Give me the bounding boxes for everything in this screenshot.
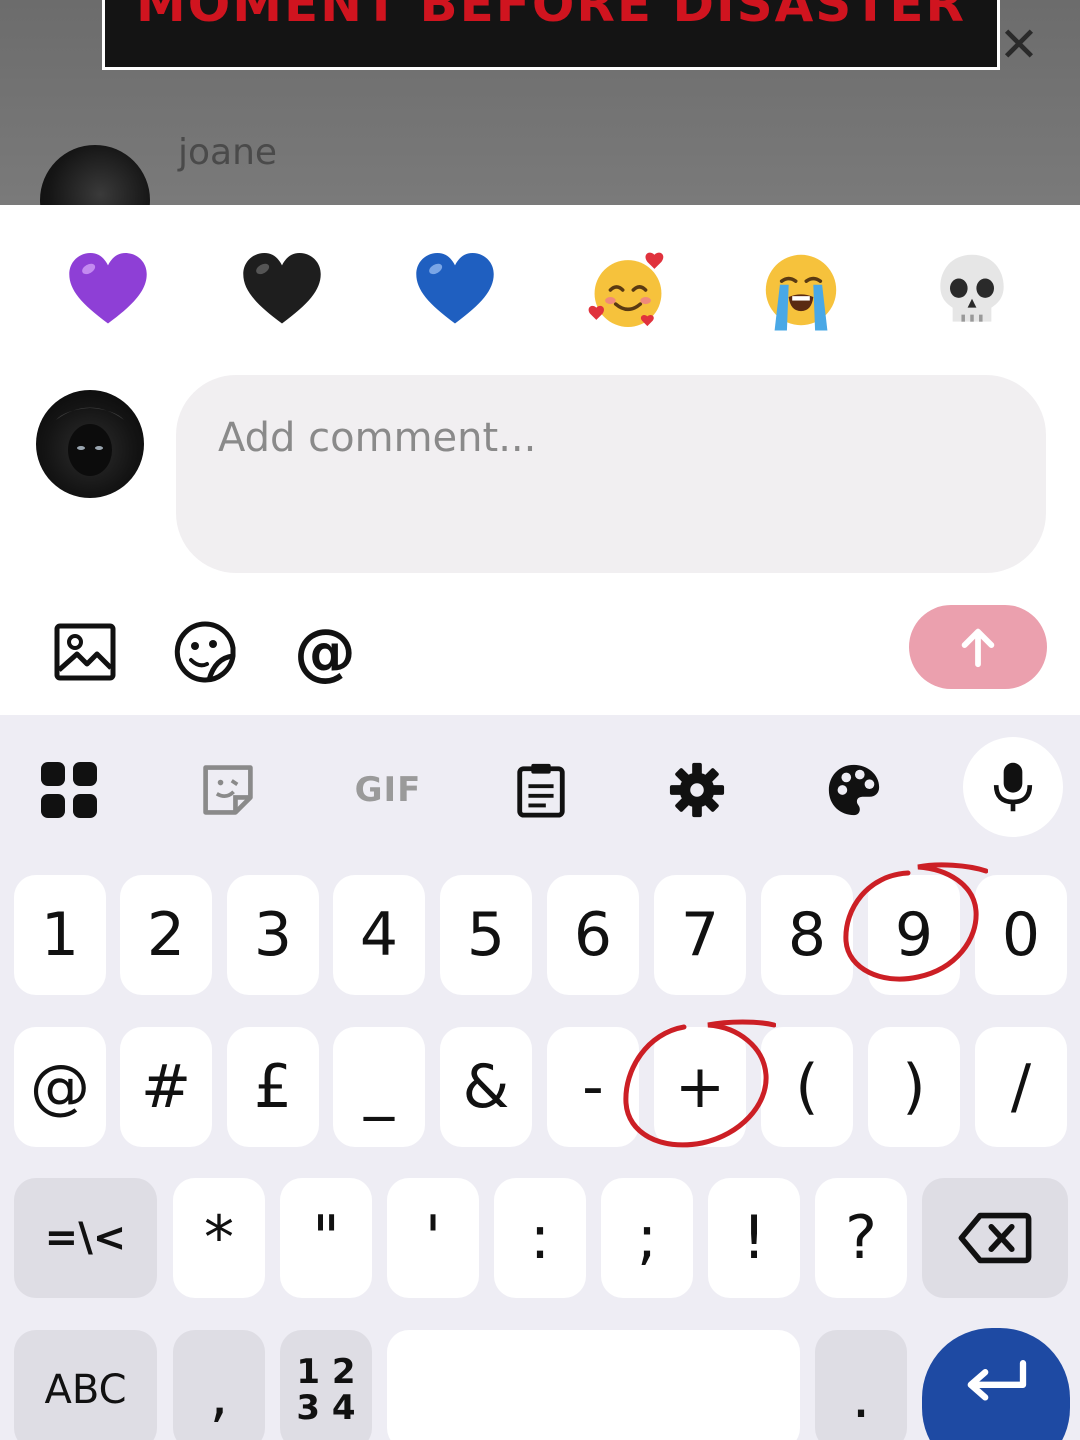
skull-icon	[940, 254, 1004, 322]
key-plus[interactable]: +	[654, 1027, 746, 1147]
mic-button[interactable]	[963, 737, 1063, 837]
key-double-quote[interactable]: "	[280, 1178, 372, 1298]
palette-icon[interactable]	[819, 755, 889, 825]
numpad-label-top: 1 2	[296, 1352, 356, 1392]
key-close-paren[interactable]: )	[868, 1027, 960, 1147]
clipboard-icon[interactable]	[506, 755, 576, 825]
key-6[interactable]: 6	[547, 875, 639, 995]
close-icon[interactable]: ✕	[996, 21, 1042, 69]
arrow-up-icon	[961, 628, 995, 668]
key-comma[interactable]: ,	[173, 1330, 265, 1440]
key-7[interactable]: 7	[654, 875, 746, 995]
enter-key[interactable]	[922, 1328, 1070, 1440]
key-numpad[interactable]: 1 2 3 4	[280, 1330, 372, 1440]
skull-reaction[interactable]	[922, 245, 1022, 335]
key-0[interactable]: 0	[975, 875, 1067, 995]
key-ampersand[interactable]: &	[440, 1027, 532, 1147]
key-open-paren[interactable]: (	[761, 1027, 853, 1147]
space-key[interactable]	[387, 1330, 800, 1440]
comment-sheet: @	[0, 205, 1080, 715]
mic-icon	[993, 762, 1033, 812]
key-colon[interactable]: :	[494, 1178, 586, 1298]
purple-heart-reaction[interactable]	[58, 245, 158, 335]
settings-icon[interactable]	[662, 755, 732, 825]
key-9[interactable]: 9	[868, 875, 960, 995]
apps-grid-icon[interactable]	[34, 755, 104, 825]
loudly-crying-face-reaction[interactable]	[751, 245, 851, 335]
video-overlay: MOMENT BEFORE DISASTER ✕ joane	[0, 0, 1080, 205]
key-8[interactable]: 8	[761, 875, 853, 995]
blue-heart-icon	[416, 253, 494, 324]
key-slash[interactable]: /	[975, 1027, 1067, 1147]
keyboard-sticker-icon[interactable]	[193, 755, 263, 825]
current-user-avatar	[36, 390, 144, 498]
key-exclamation[interactable]: !	[708, 1178, 800, 1298]
key-abc[interactable]: ABC	[14, 1330, 157, 1440]
key-underscore[interactable]: _	[333, 1027, 425, 1147]
title-banner: MOMENT BEFORE DISASTER	[102, 0, 1000, 70]
smiling-face-with-hearts-icon	[588, 252, 664, 327]
backspace-key[interactable]	[922, 1178, 1068, 1298]
key-at[interactable]: @	[14, 1027, 106, 1147]
key-minus[interactable]: -	[547, 1027, 639, 1147]
purple-heart-icon	[69, 253, 147, 324]
previous-comment-username[interactable]: joane	[178, 132, 277, 173]
sticker-icon[interactable]	[170, 617, 240, 687]
key-2[interactable]: 2	[120, 875, 212, 995]
black-heart-icon	[243, 253, 321, 324]
key-single-quote[interactable]: '	[387, 1178, 479, 1298]
gif-button[interactable]: GIF	[348, 755, 428, 825]
quick-reactions	[0, 245, 1080, 335]
key-semicolon[interactable]: ;	[601, 1178, 693, 1298]
key-more-symbols[interactable]: =\<	[14, 1178, 157, 1298]
comment-input[interactable]	[218, 415, 1004, 461]
image-icon[interactable]	[50, 617, 120, 687]
key-3[interactable]: 3	[227, 875, 319, 995]
banner-text: MOMENT BEFORE DISASTER	[135, 0, 967, 33]
send-button[interactable]	[909, 605, 1047, 689]
smiling-face-with-hearts-reaction[interactable]	[578, 245, 678, 335]
blue-heart-reaction[interactable]	[405, 245, 505, 335]
black-heart-reaction[interactable]	[232, 245, 332, 335]
key-1[interactable]: 1	[14, 875, 106, 995]
key-5[interactable]: 5	[440, 875, 532, 995]
gif-label: GIF	[354, 770, 422, 810]
keyboard: GIF 1 2 3 4 5 6 7 8 9 0 @ # £ _ & - + (…	[0, 715, 1080, 1440]
key-asterisk[interactable]: *	[173, 1178, 265, 1298]
key-4[interactable]: 4	[333, 875, 425, 995]
loudly-crying-face-icon	[765, 254, 837, 331]
comment-field[interactable]	[176, 375, 1046, 573]
key-period[interactable]: .	[815, 1330, 907, 1440]
previous-comment-avatar[interactable]	[40, 145, 150, 205]
key-pound[interactable]: £	[227, 1027, 319, 1147]
return-arrow-icon	[967, 1360, 1027, 1401]
key-question[interactable]: ?	[815, 1178, 907, 1298]
mention-icon[interactable]: @	[290, 617, 360, 687]
backspace-icon	[958, 1212, 1032, 1264]
key-hash[interactable]: #	[120, 1027, 212, 1147]
numpad-label-bottom: 3 4	[296, 1388, 356, 1428]
